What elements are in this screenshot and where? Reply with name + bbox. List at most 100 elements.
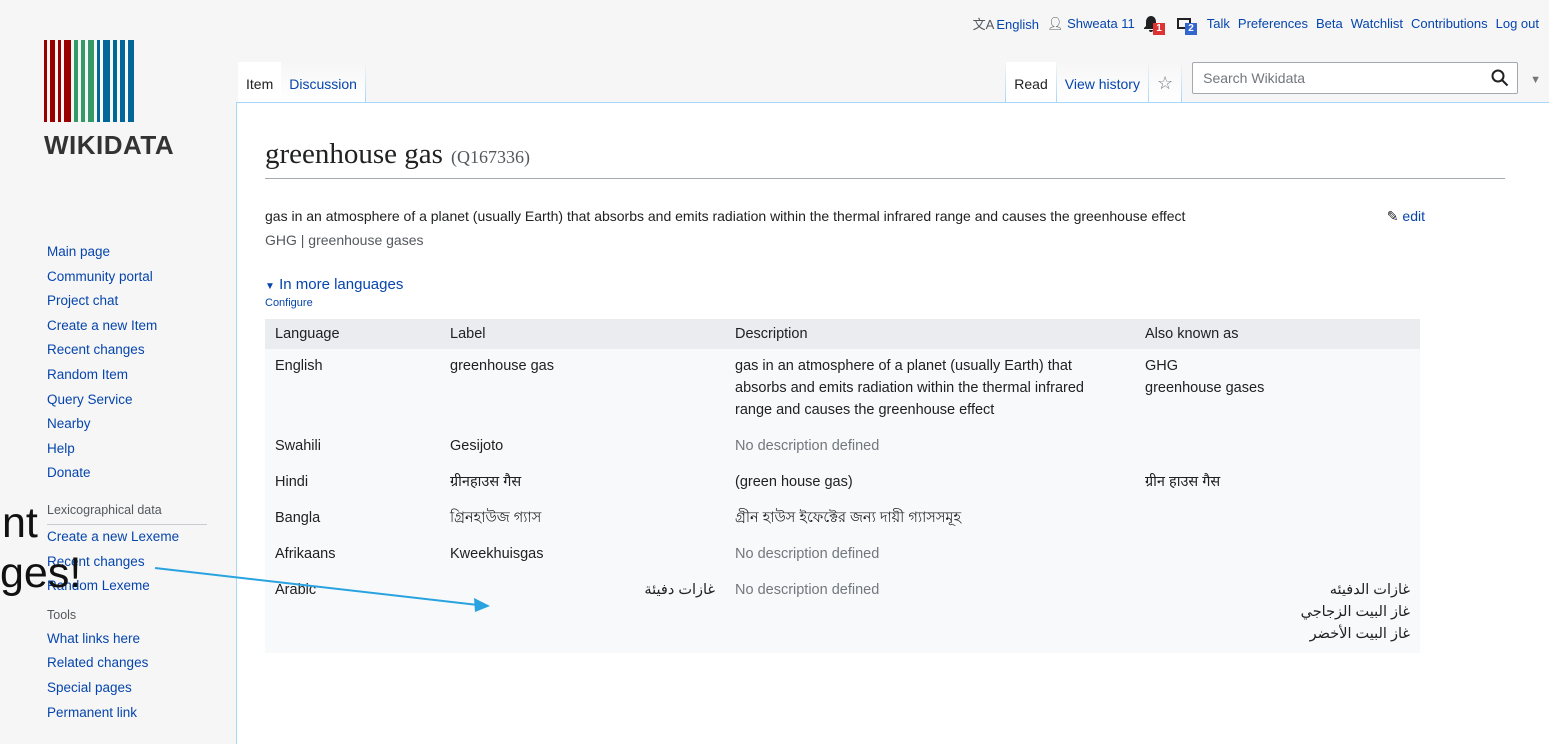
watchlist-link[interactable]: Watchlist <box>1351 16 1403 31</box>
sidebar-item-special-pages[interactable]: Special pages <box>47 676 227 701</box>
beta-link[interactable]: Beta <box>1316 16 1343 31</box>
alias-item: غاز البيت الأخضر <box>1309 626 1410 642</box>
tab-separator <box>1181 62 1183 102</box>
table-row: English greenhouse gas gas in an atmospher… <box>265 349 1420 429</box>
alerts-button[interactable]: 1 <box>1143 15 1165 35</box>
cell-aliases <box>1135 429 1420 465</box>
table-row: Hindi ग्रीनहाउस गैस (green house gas) ग्रीन… <box>265 465 1420 501</box>
sidebar-item-query-service[interactable]: Query Service <box>47 388 227 413</box>
cell-description: No description defined <box>735 438 880 454</box>
configure-link[interactable]: Configure <box>265 297 1549 309</box>
sidebar-item-nearby[interactable]: Nearby <box>47 412 227 437</box>
sidebar-heading-tools: Tools <box>47 607 77 622</box>
watch-star-icon[interactable]: ☆ <box>1148 62 1182 102</box>
pencil-icon: ✎ <box>1386 208 1399 224</box>
notices-button[interactable]: 2 <box>1175 15 1197 35</box>
tab-discussion[interactable]: Discussion <box>281 62 365 102</box>
tab-read[interactable]: Read <box>1006 62 1056 102</box>
cell-aliases: GHG greenhouse gases <box>1135 349 1420 429</box>
logo-wordmark: WIKIDATA <box>44 130 175 160</box>
page-title: greenhouse gas (Q167336) <box>265 137 1505 179</box>
sidebar-item-help[interactable]: Help <box>47 437 227 462</box>
languages-table: Language Label Description Also known as… <box>265 319 1420 653</box>
view-tabs: Read View history ☆ ▼ <box>1005 62 1541 102</box>
more-dropdown-chevron-icon[interactable]: ▼ <box>1530 74 1541 86</box>
translate-icon: 文A <box>972 17 995 32</box>
cell-aliases: ग्रीन हाउस गैस <box>1135 465 1420 501</box>
sidebar-item-recent-changes[interactable]: Recent changes <box>47 338 227 363</box>
cell-description: গ্রীন হাউস ইফেক্টের জন্য দায়ী গ্যাসসমূহ <box>735 510 962 526</box>
cell-aliases: غازات الدفيئه غاز البيت الزجاجي غاز البيت … <box>1135 573 1420 653</box>
entity-label: greenhouse gas <box>265 138 443 170</box>
entity-description: gas in an atmosphere of a planet (usuall… <box>265 208 1186 224</box>
alias-item: غازات الدفيئه <box>1329 582 1410 598</box>
sidebar-item-lexeme-recent-changes[interactable]: Recent changes <box>47 550 227 575</box>
logo-bar <box>88 40 94 122</box>
alias-item: greenhouse gases <box>1145 380 1265 396</box>
cell-language: Afrikaans <box>275 546 336 562</box>
cell-label: ग्रीनहाउस गैस <box>450 474 522 490</box>
cell-label: greenhouse gas <box>450 358 554 374</box>
sidebar-item-random-item[interactable]: Random Item <box>47 363 227 388</box>
alias-item: GHG <box>1145 358 1179 374</box>
search-box <box>1192 62 1519 94</box>
sidebar-item-related-changes[interactable]: Related changes <box>47 651 227 676</box>
sidebar-item-create-lexeme[interactable]: Create a new Lexeme <box>47 525 227 550</box>
table-row: Afrikaans Kweekhuisgas No description defi… <box>265 537 1420 573</box>
logo-barcode-icon <box>44 40 204 122</box>
sidebar-item-what-links-here[interactable]: What links here <box>47 627 227 652</box>
cell-aliases <box>1135 537 1420 573</box>
column-header-aliases: Also known as <box>1135 319 1420 349</box>
search-input[interactable] <box>1201 69 1492 87</box>
table-header-row: Language Label Description Also known as <box>265 319 1420 349</box>
user-link[interactable]: 👤︎ Shweata 11 <box>1047 16 1135 32</box>
edit-button[interactable]: ✎ edit <box>1382 205 1425 228</box>
cell-language: Arabic <box>275 582 317 598</box>
table-row: Arabic غازات دفيئة No description defined غ… <box>265 573 1420 653</box>
content-area: greenhouse gas (Q167336) gas in an atmosp… <box>236 102 1549 744</box>
sidebar-item-random-lexeme[interactable]: Random Lexeme <box>47 574 227 599</box>
cell-label: غازات دفيئة <box>644 582 715 598</box>
sidebar-item-community-portal[interactable]: Community portal <box>47 265 227 290</box>
sidebar-item-donate[interactable]: Donate <box>47 461 227 486</box>
tab-view-history[interactable]: View history <box>1056 62 1148 102</box>
logo-bar <box>58 40 61 122</box>
alerts-count-badge: 1 <box>1153 22 1165 35</box>
cell-language: Swahili <box>275 438 321 454</box>
entity-id: (Q167336) <box>450 147 530 167</box>
contributions-link[interactable]: Contributions <box>1411 16 1488 31</box>
entity-description-block: gas in an atmosphere of a planet (usuall… <box>265 205 1425 228</box>
in-more-languages-toggle[interactable]: ▼ In more languages <box>265 276 1549 293</box>
sidebar-lexicographical: Create a new Lexeme Recent changes Rando… <box>47 525 227 599</box>
cell-aliases <box>1135 501 1420 537</box>
sidebar-item-main-page[interactable]: Main page <box>47 240 227 265</box>
column-header-description: Description <box>725 319 1135 349</box>
search-icon[interactable] <box>1491 69 1509 87</box>
cell-description: gas in an atmosphere of a planet (usuall… <box>735 358 1084 418</box>
alias-item: ग्रीन हाउस गैस <box>1145 474 1221 490</box>
talk-link[interactable]: Talk <box>1207 16 1230 31</box>
sidebar-item-create-item[interactable]: Create a new Item <box>47 314 227 339</box>
tab-separator <box>364 62 366 102</box>
sidebar-tools: What links here Related changes Special … <box>47 627 227 725</box>
logo-bar <box>64 40 71 122</box>
wikidata-logo[interactable]: WIKIDATA <box>44 40 204 170</box>
logout-link[interactable]: Log out <box>1496 16 1539 31</box>
sidebar-navigation: Main page Community portal Project chat … <box>47 240 227 486</box>
triangle-down-icon: ▼ <box>265 281 275 292</box>
sidebar-item-project-chat[interactable]: Project chat <box>47 289 227 314</box>
table-row: Bangla গ্রিনহাউজ গ্যাস গ্রীন হাউস ইফেক্টের… <box>265 501 1420 537</box>
cell-description: No description defined <box>735 582 880 598</box>
logo-bar <box>120 40 125 122</box>
tab-item[interactable]: Item <box>238 62 282 102</box>
preferences-link[interactable]: Preferences <box>1238 16 1308 31</box>
alias-item: غاز البيت الزجاجي <box>1300 604 1410 620</box>
table-row: Swahili Gesijoto No description defined <box>265 429 1420 465</box>
column-header-label: Label <box>440 319 725 349</box>
sidebar-item-permanent-link[interactable]: Permanent link <box>47 701 227 726</box>
language-selector[interactable]: 文A English <box>973 14 1039 33</box>
logo-bar <box>128 40 134 122</box>
entity-aliases: GHG | greenhouse gases <box>265 232 424 248</box>
cell-language: English <box>275 358 323 374</box>
sidebar: Main page Community portal Project chat … <box>47 240 227 725</box>
